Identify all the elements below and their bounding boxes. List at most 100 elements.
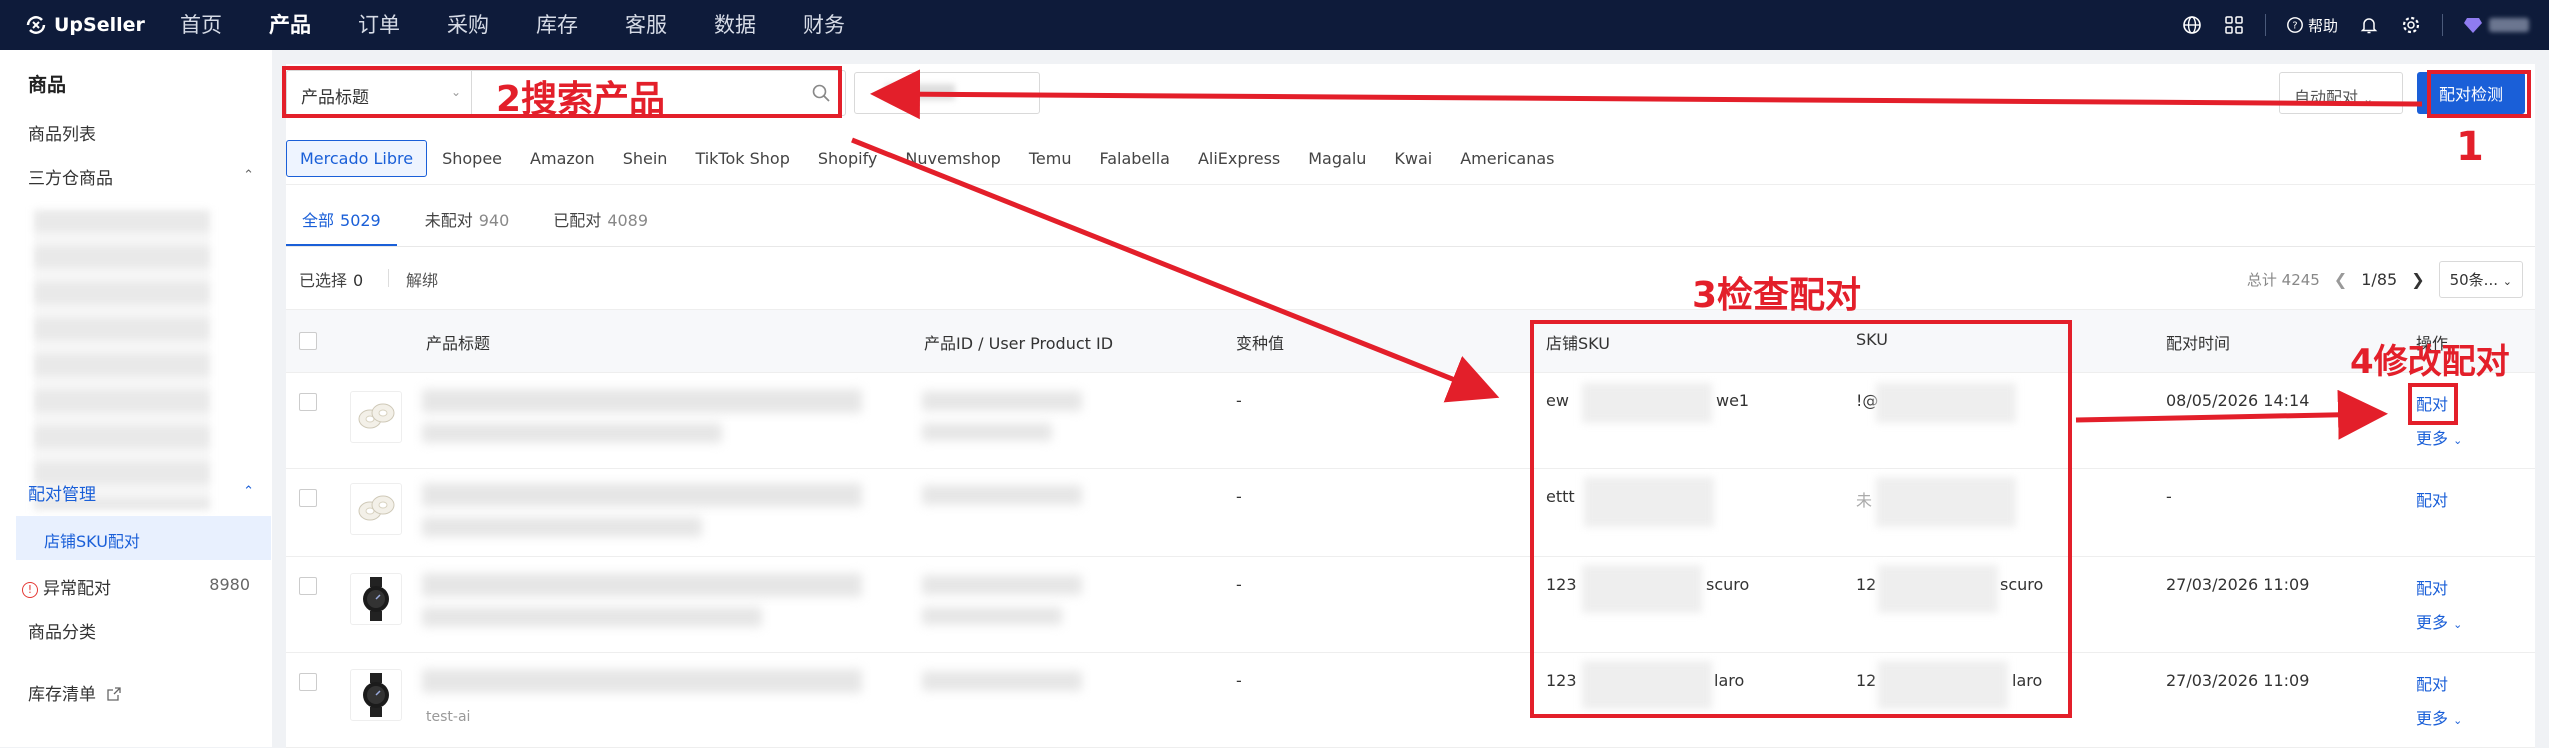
shop-select[interactable]: ⌄ [854,72,1040,114]
sidebar-item-third-party-warehouse[interactable]: 三方仓商品 [28,164,113,189]
unbind-button[interactable]: 解绑 [406,267,438,291]
product-title-redacted [422,573,862,597]
tab-unmatched[interactable]: 未配对 940 [409,185,526,246]
chevron-up-icon[interactable]: ⌃ [243,168,254,183]
platform-amazon[interactable]: Amazon [517,141,608,176]
app-logo[interactable]: UpSeller [24,13,145,37]
pagination: 总计 4245 ❮ 1/85 ❯ 50条... ⌄ [2247,261,2523,298]
more-label: 更多 [2416,613,2449,632]
sidebar-item-product-list[interactable]: 商品列表 [28,120,96,145]
help-button[interactable]: ? 帮助 [2286,15,2338,36]
tab-label: 全部 [302,211,335,230]
row-checkbox[interactable] [299,489,317,507]
annotation-step-3: 3检查配对 [1692,275,1862,316]
next-page-icon[interactable]: ❯ [2411,270,2424,289]
sidebar-item-match-management[interactable]: 配对管理 [28,480,96,505]
tab-label: 未配对 [424,211,473,230]
sidebar-item-label: 库存清单 [28,685,96,705]
col-product-id: 产品ID / User Product ID [924,334,1114,353]
chevron-down-icon: ⌄ [2453,618,2463,631]
sidebar-item-abnormal-match[interactable]: ! 异常配对 [22,574,111,599]
platform-kwai[interactable]: Kwai [1381,141,1445,176]
nav-products[interactable]: 产品 [269,0,358,50]
nav-inventory[interactable]: 库存 [536,0,625,50]
more-dropdown[interactable]: 更多 ⌄ [2416,705,2462,729]
match-link[interactable]: 配对 [2416,575,2448,599]
product-thumbnail [350,573,402,625]
platform-tiktok-shop[interactable]: TikTok Shop [682,141,802,176]
match-time: 08/05/2026 14:14 [2166,391,2310,410]
page-size-select[interactable]: 50条... ⌄ [2438,261,2523,298]
platform-aliexpress[interactable]: AliExpress [1185,141,1293,176]
selected-count: 已选择 0 [299,267,363,291]
platform-falabella[interactable]: Falabella [1086,141,1182,176]
sidebar-item-label: 异常配对 [43,579,111,599]
tab-matched[interactable]: 已配对 4089 [537,185,664,246]
annotation-box-sku-columns [1530,320,2072,718]
selection-bar: 已选择 0 解绑 总计 4245 ❮ 1/85 ❯ 50条... ⌄ [286,247,2535,307]
platform-temu[interactable]: Temu [1016,141,1085,176]
nav-orders[interactable]: 订单 [358,0,447,50]
nav-purchase[interactable]: 采购 [447,0,536,50]
table-row: - ew we1 !@ 08/05/2026 14:14 配对 更多 ⌄ [286,373,2535,469]
nav-customer-service[interactable]: 客服 [625,0,714,50]
total-count: 总计 4245 [2246,271,2320,289]
platform-filter: Mercado Libre Shopee Amazon Shein TikTok… [286,138,1570,178]
diamond-badge-icon [2464,18,2482,33]
upseller-logo-icon [26,16,46,34]
product-id-redacted [922,485,1082,505]
chevron-down-icon: ⌄ [2363,92,2374,106]
main-content: 产品标题 ⌄ ⌄ 自动配对 ⌄ 配对检测 Mercado Libre Shopee… [286,64,2535,748]
tab-count: 4089 [607,211,649,230]
abnormal-count: 8980 [209,575,250,594]
match-link[interactable]: 配对 [2416,487,2448,511]
globe-icon[interactable] [2181,14,2203,36]
chevron-up-icon[interactable]: ⌃ [243,484,254,499]
platform-mercado-libre[interactable]: Mercado Libre [286,139,428,177]
platform-magalu[interactable]: Magalu [1295,141,1379,176]
row-checkbox[interactable] [299,577,317,595]
annotation-step-4: 4修改配对 [2350,342,2510,382]
bell-icon[interactable] [2358,14,2380,36]
product-title-redacted [422,517,702,537]
product-id-redacted [922,423,1052,441]
row-checkbox[interactable] [299,673,317,691]
sidebar-item-shop-sku-match[interactable]: 店铺SKU配对 [16,516,271,560]
chevron-down-icon: ⌄ [2453,434,2463,447]
product-thumbnail [350,483,402,535]
row-checkbox[interactable] [299,393,317,411]
user-menu[interactable] [2463,16,2529,34]
more-dropdown[interactable]: 更多 ⌄ [2416,425,2462,449]
annotation-box-detect [2427,70,2531,118]
product-title-redacted [422,669,862,693]
sidebar-item-inventory-list[interactable]: 库存清单 [28,680,122,705]
annotation-step-1: 1 [2456,124,2484,170]
nav-data[interactable]: 数据 [714,0,803,50]
match-time: - [2166,487,2172,506]
annotation-box-match-link [2408,383,2458,425]
col-variant: 变种值 [1236,334,1285,353]
apps-grid-icon[interactable] [2223,14,2245,36]
table-header: 产品标题 产品ID / User Product ID 变种值 店铺SKU SK… [286,309,2535,373]
product-title-redacted [422,423,722,443]
tab-count: 940 [478,211,510,230]
sidebar-item-category[interactable]: 商品分类 [28,618,96,643]
auto-match-dropdown[interactable]: 自动配对 ⌄ [2279,72,2403,114]
platform-shein[interactable]: Shein [610,141,681,176]
match-panel: 全部 5029 未配对 940 已配对 4089 已选择 0 解绑 总计 4245 ❮ … [286,184,2535,748]
platform-shopee[interactable]: Shopee [429,141,515,176]
platform-nuvemshop[interactable]: Nuvemshop [892,141,1013,176]
nav-finance[interactable]: 财务 [803,0,892,50]
help-circle-icon: ? [2287,17,2303,33]
match-link[interactable]: 配对 [2416,671,2448,695]
match-time: 27/03/2026 11:09 [2166,575,2310,594]
gear-icon[interactable] [2400,14,2422,36]
main-nav: 首页 产品 订单 采购 库存 客服 数据 财务 [180,0,892,50]
platform-shopify[interactable]: Shopify [805,141,891,176]
nav-home[interactable]: 首页 [180,0,269,50]
more-dropdown[interactable]: 更多 ⌄ [2416,609,2462,633]
platform-americanas[interactable]: Americanas [1447,141,1567,176]
tab-all[interactable]: 全部 5029 [286,185,397,246]
select-all-checkbox[interactable] [299,332,317,350]
prev-page-icon[interactable]: ❮ [2334,270,2347,289]
